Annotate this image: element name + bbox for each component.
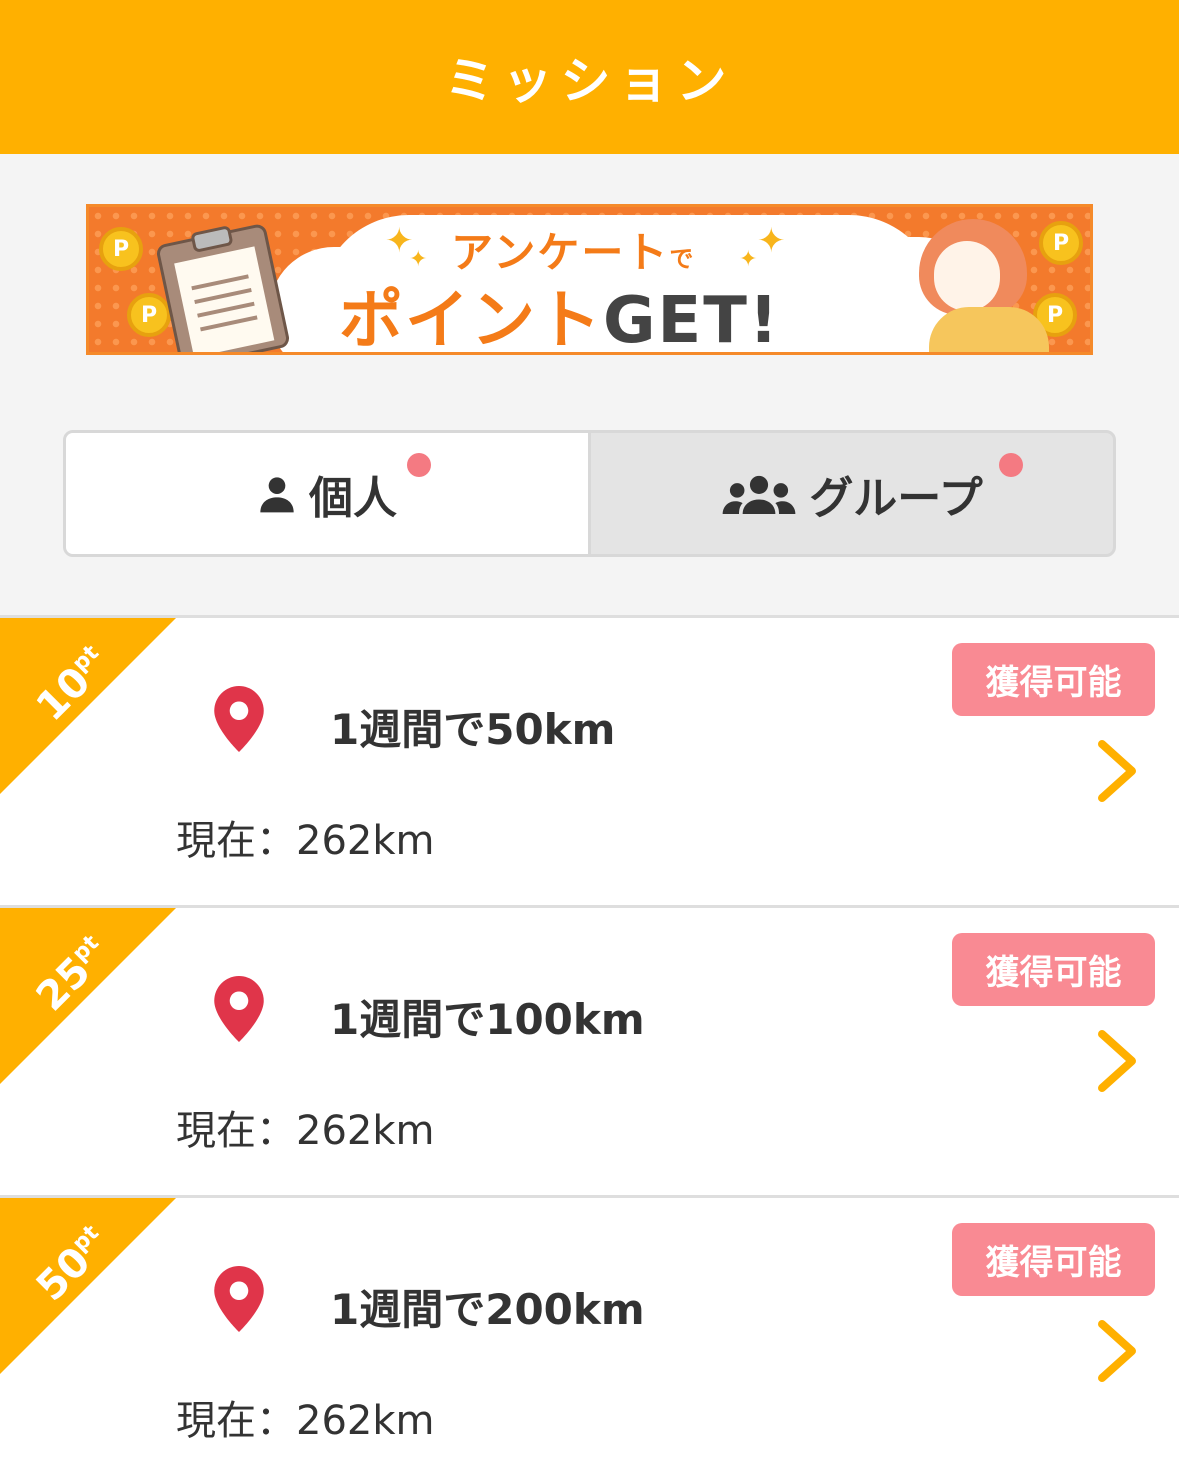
location-pin-icon: [214, 686, 264, 752]
mission-item[interactable]: 10pt 1週間で50km 現在：262km 獲得可能: [0, 615, 1179, 905]
coin-icon: P: [1039, 221, 1083, 265]
notification-dot: [999, 453, 1023, 477]
mission-title: 1週間で200km: [330, 1285, 645, 1334]
coin-icon: P: [99, 227, 143, 271]
coin-icon: P: [127, 293, 171, 337]
tab-label: 個人: [309, 472, 397, 524]
location-pin-icon: [214, 976, 264, 1042]
mission-item[interactable]: 25pt 1週間で100km 現在：262km 獲得可能: [0, 905, 1179, 1195]
mission-tabs: 個人 グループ: [63, 430, 1116, 557]
woman-face: [934, 241, 1000, 311]
banner-headline-2: ポイントGET!: [339, 284, 781, 355]
mission-current: 現在：262km: [176, 818, 435, 864]
tab-label: グループ: [809, 472, 983, 524]
status-badge: 獲得可能: [952, 643, 1155, 716]
sparkle-icon: ✦: [757, 221, 786, 261]
chevron-right-icon: [1098, 1320, 1136, 1382]
group-icon: [722, 475, 796, 514]
app-header: ミッション: [0, 0, 1179, 154]
mission-item[interactable]: 50pt 1週間で200km 現在：262km 獲得可能: [0, 1195, 1179, 1477]
tab-individual[interactable]: 個人: [66, 433, 591, 554]
chevron-right-icon: [1098, 740, 1136, 802]
chevron-right-icon: [1098, 1030, 1136, 1092]
mission-current: 現在：262km: [176, 1398, 435, 1444]
woman-body: [929, 307, 1049, 352]
mission-current: 現在：262km: [176, 1108, 435, 1154]
mission-title: 1週間で50km: [330, 705, 616, 754]
mission-list: 10pt 1週間で50km 現在：262km 獲得可能 25pt 1週間で100…: [0, 615, 1179, 1477]
person-icon: [260, 476, 294, 512]
tab-group[interactable]: グループ: [591, 433, 1113, 554]
page-title: ミッション: [444, 52, 735, 110]
location-pin-icon: [214, 1266, 264, 1332]
notification-dot: [407, 453, 431, 477]
survey-banner[interactable]: P P P P ✦ ✦ ✦ ✦ アンケートで ポイントGET!: [86, 204, 1093, 355]
mission-title: 1週間で100km: [330, 995, 645, 1044]
status-badge: 獲得可能: [952, 933, 1155, 1006]
status-badge: 獲得可能: [952, 1223, 1155, 1296]
